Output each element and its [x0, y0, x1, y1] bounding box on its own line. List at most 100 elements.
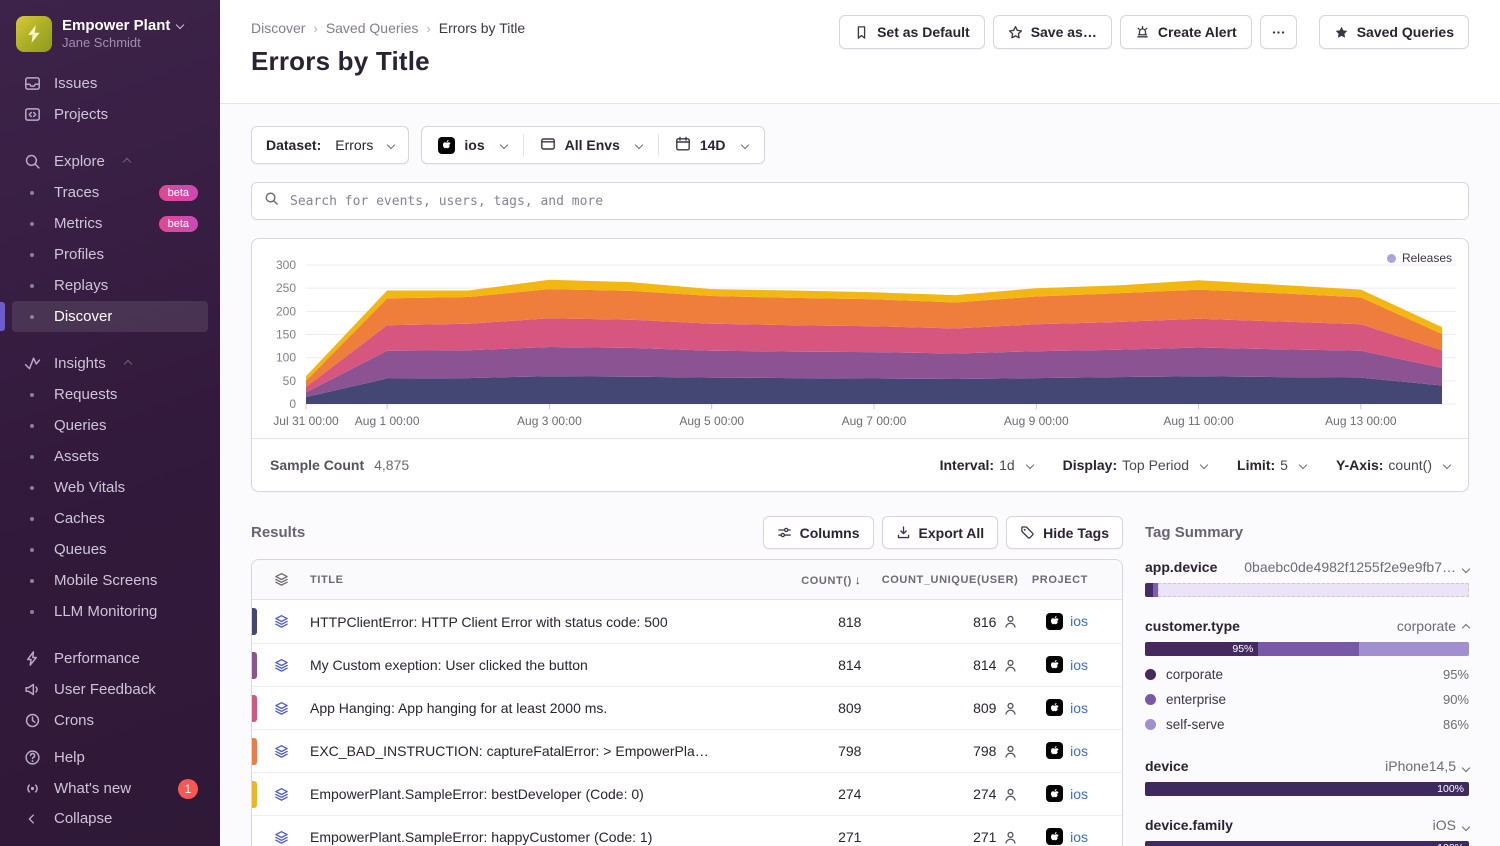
y-axis-control[interactable]: Y-Axis: count(): [1336, 457, 1450, 473]
sidebar-item-requests[interactable]: Requests: [12, 379, 208, 410]
column-header-count[interactable]: COUNT()↓: [792, 560, 861, 600]
sidebar-item-crons[interactable]: Crons: [12, 705, 208, 736]
beta-badge: beta: [159, 216, 198, 232]
tag-toggle[interactable]: customer.type corporate: [1145, 618, 1469, 634]
tag-distribution-bar[interactable]: 100%: [1145, 782, 1469, 796]
results-table: TITLE COUNT()↓ COUNT_UNIQUE(USER) PROJEC…: [251, 559, 1123, 846]
tag-summary-heading: Tag Summary: [1145, 524, 1469, 541]
sidebar-item-projects[interactable]: Projects: [12, 99, 208, 130]
project-link[interactable]: ios: [1070, 743, 1088, 759]
sidebar-item-llm-monitoring[interactable]: LLM Monitoring: [12, 596, 208, 627]
search-input[interactable]: [288, 193, 1456, 210]
error-title-link[interactable]: EmpowerPlant.SampleError: happyCustomer …: [310, 829, 730, 845]
column-header-project[interactable]: PROJECT: [1018, 560, 1122, 600]
project-link[interactable]: ios: [1070, 786, 1088, 802]
chart-legend[interactable]: Releases: [1387, 251, 1452, 265]
apple-logo-icon: [1046, 613, 1063, 630]
sidebar-group-explore[interactable]: Explore: [12, 146, 208, 177]
column-header-title[interactable]: TITLE: [310, 560, 792, 600]
tag-top-value: corporate: [1397, 618, 1456, 634]
sidebar-item-traces[interactable]: Traces beta: [12, 177, 208, 208]
tag-top-value: 0baebc0de4982f1255f2e9e9fb7…: [1244, 559, 1456, 575]
create-alert-button[interactable]: Create Alert: [1120, 15, 1252, 49]
saved-queries-button[interactable]: Saved Queries: [1319, 15, 1469, 49]
page-header: Discover›Saved Queries›Errors by Title E…: [220, 0, 1500, 104]
person-icon: [1003, 744, 1018, 759]
sidebar-item-label: Web Vitals: [54, 479, 125, 496]
error-title-link[interactable]: My Custom exeption: User clicked the but…: [310, 657, 730, 673]
export-all-button[interactable]: Export All: [882, 516, 999, 549]
breadcrumb-item[interactable]: Discover: [251, 20, 305, 36]
sidebar-item-replays[interactable]: Replays: [12, 270, 208, 301]
sidebar-item-caches[interactable]: Caches: [12, 503, 208, 534]
project-link[interactable]: ios: [1070, 829, 1088, 845]
project-filter-button[interactable]: ios: [422, 127, 522, 163]
tag-bar-segment: 100%: [1145, 841, 1469, 846]
tag-key: app.device: [1145, 559, 1217, 575]
project-link[interactable]: ios: [1070, 700, 1088, 716]
project-link[interactable]: ios: [1070, 657, 1088, 673]
sidebar-item-mobile-screens[interactable]: Mobile Screens: [12, 565, 208, 596]
interval-control[interactable]: Interval: 1d: [940, 457, 1033, 473]
stacked-area-chart[interactable]: 050100150200250300Jul 31 00:00Aug 1 00:0…: [252, 239, 1468, 438]
search-icon: [24, 153, 41, 170]
tag-legend-row[interactable]: corporate 95%: [1145, 662, 1469, 687]
releases-legend-dot: [1387, 254, 1396, 263]
sidebar-item-queues[interactable]: Queues: [12, 534, 208, 565]
sort-desc-icon: ↓: [855, 573, 862, 587]
environment-filter-button[interactable]: All Envs: [524, 127, 658, 163]
tag-distribution-bar[interactable]: [1145, 583, 1469, 597]
button-label: Create Alert: [1158, 24, 1237, 40]
sidebar-item-assets[interactable]: Assets: [12, 441, 208, 472]
sidebar-group-insights[interactable]: Insights: [12, 348, 208, 379]
tag-toggle[interactable]: device.family iOS: [1145, 817, 1469, 833]
hide-tags-button[interactable]: Hide Tags: [1006, 516, 1123, 549]
breadcrumb-item[interactable]: Saved Queries: [326, 20, 419, 36]
sidebar-item-user-feedback[interactable]: User Feedback: [12, 674, 208, 705]
apple-logo-icon: [438, 137, 455, 154]
project-link[interactable]: ios: [1070, 613, 1088, 629]
notification-badge[interactable]: 1: [178, 779, 198, 799]
sample-count-value: 4,875: [374, 457, 409, 473]
error-title-link[interactable]: App Hanging: App hanging for at least 20…: [310, 700, 730, 716]
sidebar-item-performance[interactable]: Performance: [12, 643, 208, 674]
stack-icon: [274, 572, 289, 587]
row-event-cell: [252, 815, 310, 846]
tag-distribution-bar[interactable]: 100%: [1145, 841, 1469, 846]
tag-toggle[interactable]: device iPhone14,5: [1145, 758, 1469, 774]
more-button[interactable]: [1260, 15, 1297, 49]
display-control[interactable]: Display: Top Period: [1063, 457, 1207, 473]
bullet-icon: [22, 579, 42, 583]
save-as-button[interactable]: Save as…: [993, 15, 1112, 49]
sidebar-item-web-vitals[interactable]: Web Vitals: [12, 472, 208, 503]
sidebar-collapse-button[interactable]: Collapse: [12, 803, 208, 834]
tag-distribution-bar[interactable]: 95%: [1145, 642, 1469, 656]
dataset-filter-button[interactable]: Dataset: Errors: [251, 126, 409, 164]
sidebar-item-label: Traces: [54, 184, 99, 201]
sidebar-item-queries[interactable]: Queries: [12, 410, 208, 441]
org-switcher[interactable]: Empower Plant Jane Schmidt: [12, 16, 208, 52]
person-icon: [1003, 830, 1018, 845]
chevron-down-icon: [387, 141, 395, 149]
date-range-filter-button[interactable]: 14D: [659, 127, 764, 163]
tag-legend-row[interactable]: enterprise 90%: [1145, 687, 1469, 712]
bullet-icon: [22, 455, 42, 459]
sidebar-item-whats-new[interactable]: What's new 1: [12, 773, 208, 804]
set-as-default-button[interactable]: Set as Default: [839, 15, 985, 49]
column-header-count-unique[interactable]: COUNT_UNIQUE(USER): [861, 560, 1018, 600]
tag-legend-dot: [1145, 694, 1156, 705]
sidebar-item-profiles[interactable]: Profiles: [12, 239, 208, 270]
sidebar-item-discover[interactable]: Discover: [12, 301, 208, 332]
error-title-link[interactable]: EmpowerPlant.SampleError: bestDeveloper …: [310, 786, 730, 802]
error-title-link[interactable]: EXC_BAD_INSTRUCTION: captureFatalError: …: [310, 743, 730, 759]
limit-control[interactable]: Limit: 5: [1237, 457, 1306, 473]
control-value: 5: [1280, 457, 1288, 473]
columns-button[interactable]: Columns: [763, 516, 874, 549]
error-title-link[interactable]: HTTPClientError: HTTP Client Error with …: [310, 614, 730, 630]
sidebar-item-issues[interactable]: Issues: [12, 68, 208, 99]
bullet-icon: [22, 548, 42, 552]
sidebar-item-help[interactable]: Help: [12, 742, 208, 773]
sidebar-item-metrics[interactable]: Metrics beta: [12, 208, 208, 239]
tag-legend-row[interactable]: self-serve 86%: [1145, 712, 1469, 737]
tag-toggle[interactable]: app.device 0baebc0de4982f1255f2e9e9fb7…: [1145, 559, 1469, 575]
